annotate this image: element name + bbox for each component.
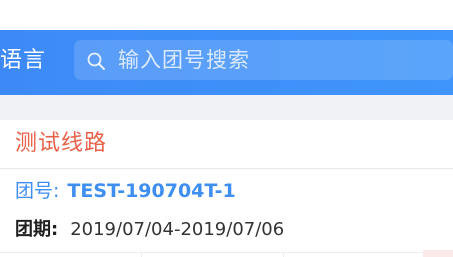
group-number-row: 团号: TEST-190704T-1 bbox=[15, 178, 236, 204]
action-tab[interactable] bbox=[423, 250, 453, 257]
divider bbox=[0, 168, 453, 169]
column-divider bbox=[141, 252, 142, 257]
search-input[interactable]: 输入团号搜索 bbox=[118, 46, 250, 74]
group-period-label: 团期: bbox=[15, 219, 59, 240]
group-period-row: 团期: 2019/07/04-2019/07/06 bbox=[15, 217, 284, 243]
column-divider bbox=[283, 252, 284, 257]
search-box[interactable]: 输入团号搜索 bbox=[74, 40, 453, 80]
status-bar bbox=[0, 0, 453, 30]
group-number-value: TEST-190704T-1 bbox=[67, 180, 236, 202]
search-icon bbox=[86, 51, 106, 71]
tour-card[interactable]: 测试线路 团号: TEST-190704T-1 团期: 2019/07/04-201… bbox=[0, 120, 453, 257]
card-bottom-divider bbox=[0, 252, 453, 253]
language-button[interactable]: 语言 bbox=[0, 47, 46, 75]
route-title: 测试线路 bbox=[15, 131, 108, 156]
group-number-label: 团号: bbox=[15, 180, 60, 202]
header-bar: 语言 输入团号搜索 bbox=[0, 30, 453, 95]
group-period-value: 2019/07/04-2019/07/06 bbox=[70, 219, 285, 240]
